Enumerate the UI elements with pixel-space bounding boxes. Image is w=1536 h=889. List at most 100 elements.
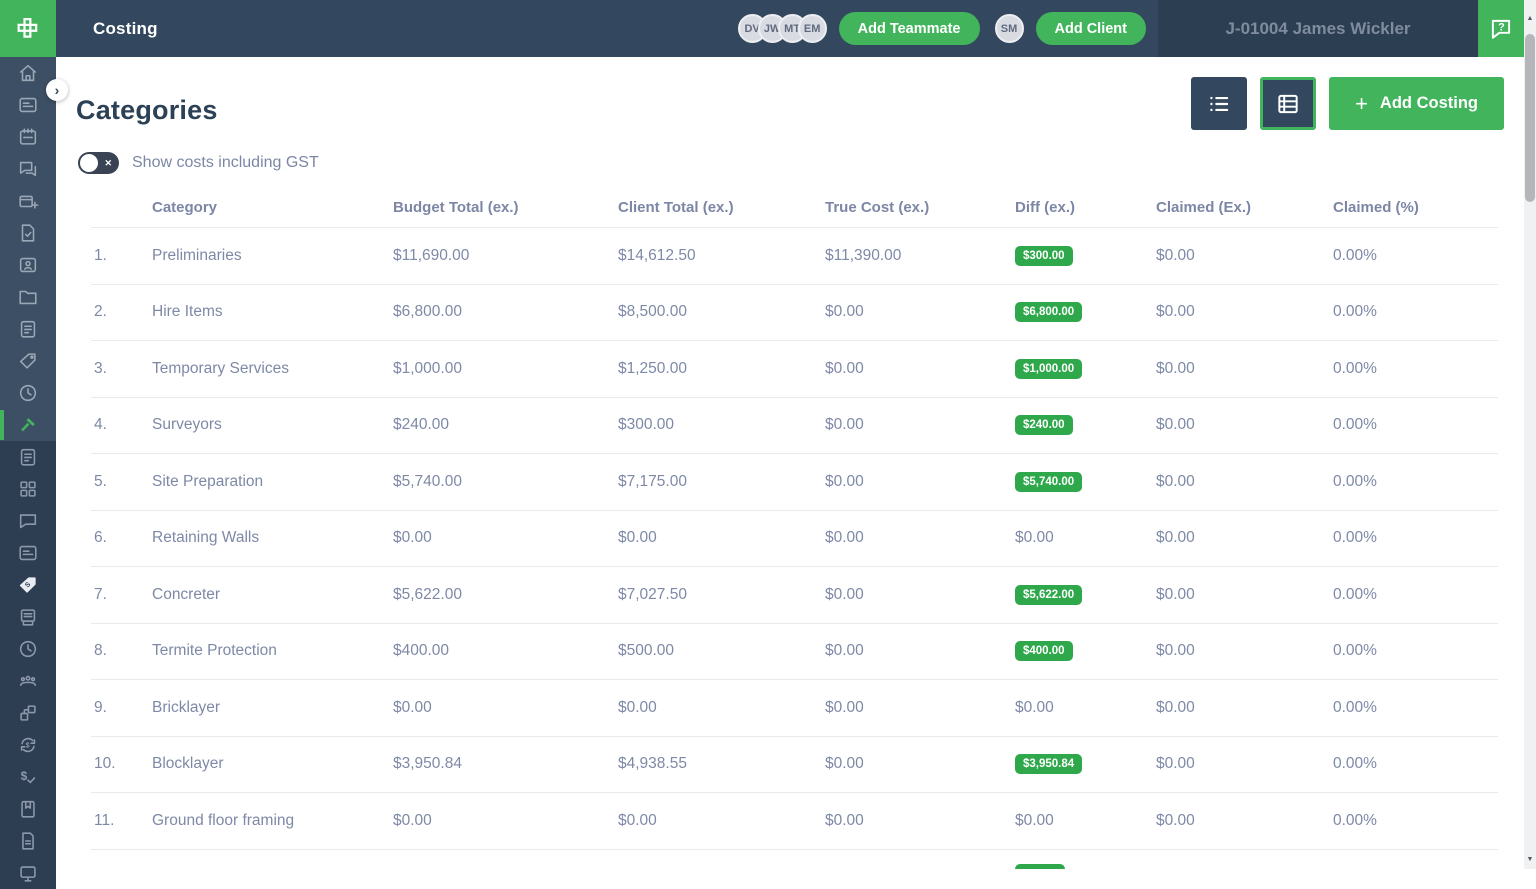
- sidebar-item-grid-icon[interactable]: [0, 473, 56, 505]
- row-client-total: $14,612.50: [615, 247, 822, 265]
- sidebar-item-clock-icon[interactable]: [0, 377, 56, 409]
- row-client-total: $7,027.50: [615, 586, 822, 604]
- row-true-cost: $0.00: [822, 360, 1012, 378]
- row-claimed-ex: $0.00: [1153, 586, 1330, 604]
- sidebar-item-folder-icon[interactable]: [0, 281, 56, 313]
- scroll-up-arrow-icon[interactable]: ▲: [1524, 14, 1536, 24]
- row-claimed-pct: 0.00%: [1330, 642, 1498, 660]
- row-diff: $0.00: [1012, 812, 1153, 830]
- row-claimed-pct: 0.00%: [1330, 699, 1498, 717]
- sidebar-item-add-box-icon[interactable]: [0, 185, 56, 217]
- job-selector[interactable]: J-01004 James Wickler: [1158, 0, 1478, 57]
- add-costing-button[interactable]: + Add Costing: [1329, 77, 1504, 130]
- avatar-em[interactable]: EM: [798, 14, 827, 43]
- scroll-down-arrow-icon[interactable]: ▼: [1524, 855, 1536, 865]
- diff-badge: $3,950.84: [1015, 754, 1082, 774]
- row-category: Surveyors: [149, 416, 390, 434]
- table-row[interactable]: 11. Ground floor framing $0.00 $0.00 $0.…: [91, 793, 1498, 850]
- logo-cross-icon: [14, 15, 42, 43]
- diff-badge: $5,740.00: [1015, 472, 1082, 492]
- table-row[interactable]: 3. Temporary Services $1,000.00 $1,250.0…: [91, 341, 1498, 398]
- header-actions: + Add Costing: [1191, 77, 1504, 130]
- job-label: J-01004 James Wickler: [1225, 19, 1410, 39]
- gst-toggle-label: Show costs including GST: [132, 154, 319, 172]
- sidebar-item-team-icon[interactable]: [0, 665, 56, 697]
- table-row[interactable]: 2. Hire Items $6,800.00 $8,500.00 $0.00 …: [91, 285, 1498, 342]
- app-logo[interactable]: [0, 0, 56, 57]
- sidebar-item-chat-bubble-icon[interactable]: [0, 505, 56, 537]
- sidebar-item-price-tag-filled-icon[interactable]: S: [0, 569, 56, 601]
- row-claimed-pct: 0.00%: [1330, 303, 1498, 321]
- row-claimed-ex: $0.00: [1153, 642, 1330, 660]
- diff-badge: [1015, 864, 1065, 869]
- table-view-button[interactable]: [1260, 77, 1316, 130]
- sidebar-item-clipboard-list-icon[interactable]: [0, 313, 56, 345]
- row-number: 2.: [91, 303, 149, 321]
- avatar-sm[interactable]: SM: [995, 14, 1024, 43]
- svg-text:$: $: [21, 769, 28, 783]
- row-number: 5.: [91, 473, 149, 491]
- row-claimed-ex: $0.00: [1153, 360, 1330, 378]
- sidebar-item-clipboard-list-icon[interactable]: [0, 441, 56, 473]
- sidebar-item-calendar-icon[interactable]: [0, 121, 56, 153]
- table-row[interactable]: 1. Preliminaries $11,690.00 $14,612.50 $…: [91, 228, 1498, 285]
- diff-badge: $1,000.00: [1015, 359, 1082, 379]
- sidebar-expand-button[interactable]: ›: [46, 79, 68, 101]
- row-category: Temporary Services: [149, 360, 390, 378]
- table-row[interactable]: 8. Termite Protection $400.00 $500.00 $0…: [91, 624, 1498, 681]
- sidebar-item-news-card-icon[interactable]: [0, 537, 56, 569]
- svg-text:$: $: [26, 743, 30, 750]
- row-true-cost: $0.00: [822, 812, 1012, 830]
- main-content: Categories +: [56, 57, 1524, 869]
- row-budget-total: $0.00: [390, 529, 615, 547]
- row-claimed-pct: 0.00%: [1330, 812, 1498, 830]
- gst-toggle-row: ✕ Show costs including GST: [78, 152, 1524, 174]
- table-row[interactable]: 4. Surveyors $240.00 $300.00 $0.00 $240.…: [91, 398, 1498, 455]
- table-row[interactable]: 5. Site Preparation $5,740.00 $7,175.00 …: [91, 454, 1498, 511]
- help-button[interactable]: ?: [1478, 0, 1524, 57]
- scrollbar-thumb[interactable]: [1525, 34, 1535, 202]
- sidebar-item-bookmark-icon[interactable]: [0, 793, 56, 825]
- table-header-row: CategoryBudget Total (ex.)Client Total (…: [91, 188, 1498, 228]
- row-category: Retaining Walls: [149, 529, 390, 547]
- column-header-1: Category: [149, 199, 390, 216]
- sidebar-item-price-tag-icon[interactable]: [0, 345, 56, 377]
- table-row[interactable]: 7. Concreter $5,622.00 $7,027.50 $0.00 $…: [91, 567, 1498, 624]
- categories-table: CategoryBudget Total (ex.)Client Total (…: [91, 188, 1498, 869]
- sidebar-item-contact-card-icon[interactable]: [0, 249, 56, 281]
- table-row[interactable]: 9. Bricklayer $0.00 $0.00 $0.00 $0.00 $0…: [91, 680, 1498, 737]
- diff-badge: $240.00: [1015, 415, 1073, 435]
- sidebar-item-document-icon[interactable]: [0, 825, 56, 857]
- sidebar-item-dollar-check-icon[interactable]: $: [0, 761, 56, 793]
- table-row-partial[interactable]: [91, 850, 1498, 870]
- sidebar-item-monitor-icon[interactable]: [0, 857, 56, 889]
- sidebar-item-linked-boxes-icon[interactable]: [0, 697, 56, 729]
- vertical-scrollbar[interactable]: ▲ ▼: [1524, 0, 1536, 869]
- row-budget-total: $240.00: [390, 416, 615, 434]
- table-row[interactable]: 10. Blocklayer $3,950.84 $4,938.55 $0.00…: [91, 737, 1498, 794]
- row-client-total: $0.00: [615, 812, 822, 830]
- sidebar-item-refresh-dollar-icon[interactable]: $: [0, 729, 56, 761]
- row-claimed-pct: 0.00%: [1330, 416, 1498, 434]
- row-true-cost: $0.00: [822, 755, 1012, 773]
- section-heading: Categories: [76, 95, 218, 126]
- row-number: 6.: [91, 529, 149, 547]
- sidebar-nav: S $ $: [0, 57, 56, 869]
- row-budget-total: $0.00: [390, 699, 615, 717]
- add-client-button[interactable]: Add Client: [1036, 12, 1147, 45]
- add-teammate-button[interactable]: Add Teammate: [839, 12, 980, 45]
- list-view-button[interactable]: [1191, 77, 1247, 130]
- column-header-2: Budget Total (ex.): [390, 199, 615, 216]
- sidebar-item-clock-icon[interactable]: [0, 633, 56, 665]
- gst-toggle-switch[interactable]: ✕: [78, 152, 119, 174]
- row-budget-total: $400.00: [390, 642, 615, 660]
- row-client-total: $4,938.55: [615, 755, 822, 773]
- row-client-total: $500.00: [615, 642, 822, 660]
- row-diff: $6,800.00: [1012, 302, 1153, 322]
- sidebar-item-chat-duo-icon[interactable]: [0, 153, 56, 185]
- sidebar-item-hammer-icon[interactable]: [0, 409, 56, 441]
- sidebar-item-document-check-icon[interactable]: [0, 217, 56, 249]
- sidebar-item-print-list-icon[interactable]: [0, 601, 56, 633]
- table-row[interactable]: 6. Retaining Walls $0.00 $0.00 $0.00 $0.…: [91, 511, 1498, 568]
- column-header-4: True Cost (ex.): [822, 199, 1012, 216]
